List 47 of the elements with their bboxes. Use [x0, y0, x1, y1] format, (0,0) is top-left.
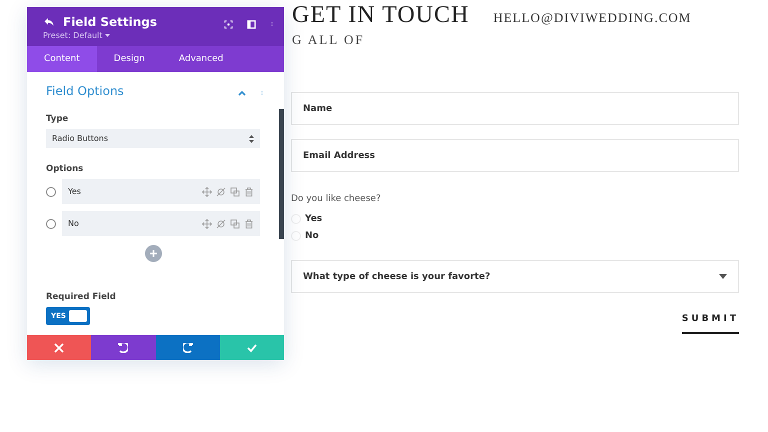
- radio-button[interactable]: [46, 218, 56, 228]
- chevron-icon[interactable]: [238, 90, 246, 96]
- subtitle: G ALL OF: [292, 32, 365, 48]
- preset-dropdown[interactable]: Preset: Default: [43, 31, 102, 40]
- radio-label: Yes: [305, 214, 322, 224]
- field-label: Type: [46, 114, 70, 124]
- radio-label: No: [305, 230, 319, 241]
- tab[interactable]: Content: [27, 46, 97, 72]
- panel-title: Field Settings: [63, 15, 157, 29]
- field-label: Required Field: [46, 292, 117, 302]
- radio-button[interactable]: [46, 186, 56, 196]
- duplicate-icon[interactable]: [230, 218, 240, 228]
- undo-icon: [118, 342, 128, 352]
- select-arrows-icon: [249, 134, 254, 142]
- sidebar-icon[interactable]: [247, 20, 256, 28]
- move-icon[interactable]: [202, 218, 212, 228]
- redo-button[interactable]: [156, 335, 220, 360]
- tab[interactable]: Advanced: [162, 46, 240, 72]
- tab[interactable]: Design: [96, 46, 162, 72]
- option-field[interactable]: Yes: [62, 179, 260, 204]
- type-select[interactable]: Radio Buttons: [46, 129, 260, 148]
- text-field[interactable]: Name: [291, 92, 739, 126]
- field-label: Options: [46, 164, 84, 174]
- close-button[interactable]: [27, 335, 92, 360]
- check-icon: [246, 342, 257, 352]
- option-field[interactable]: No: [62, 211, 260, 236]
- add-option-icon[interactable]: [144, 245, 162, 262]
- trash-icon[interactable]: [244, 218, 254, 228]
- duplicate-icon[interactable]: [230, 186, 240, 196]
- submit-button[interactable]: SUBMIT: [682, 313, 739, 334]
- back-arrow-icon[interactable]: [43, 16, 55, 28]
- dropdown-arrow-icon: [719, 274, 727, 280]
- scrollbar[interactable]: [279, 109, 284, 239]
- focus-icon[interactable]: [224, 20, 233, 28]
- dropdown-field[interactable]: What type of cheese is your favorte?: [291, 260, 739, 294]
- email-address: HELLO@DIVIWEDDING.COM: [493, 10, 692, 26]
- redo-icon: [182, 342, 193, 352]
- section-title[interactable]: Field Options: [46, 84, 124, 98]
- page-heading: GET IN TOUCH: [292, 2, 470, 28]
- move-icon[interactable]: [202, 186, 212, 196]
- close-icon: [54, 342, 64, 352]
- undo-button[interactable]: [91, 335, 156, 360]
- trash-icon[interactable]: [244, 186, 254, 196]
- caret-icon[interactable]: [105, 34, 110, 38]
- text-field[interactable]: Email Address: [291, 139, 739, 172]
- check-button[interactable]: [220, 335, 284, 360]
- question-label: Do you like cheese?: [291, 194, 381, 204]
